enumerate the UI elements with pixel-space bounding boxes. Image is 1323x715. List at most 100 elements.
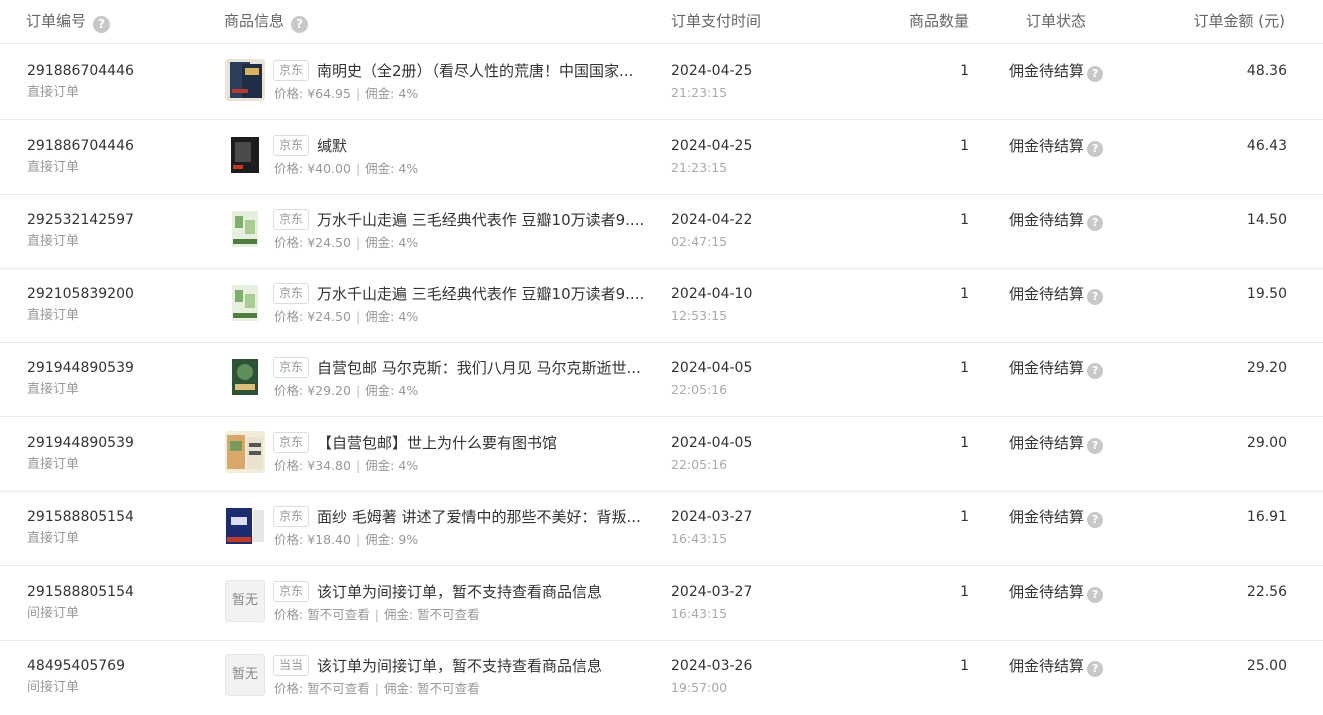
order-status: 佣金待结算? (1009, 358, 1104, 379)
quantity: 1 (960, 435, 969, 451)
price-value: 暂不可查看 (307, 607, 370, 622)
table-row[interactable]: 292532142597 直接订单 京东 万水千山走遍 三毛经典代表作 豆瓣10… (0, 194, 1323, 269)
product-title[interactable]: 南明史（全2册）（看尽人性的荒唐！中国国家... (317, 61, 653, 81)
quantity: 1 (960, 63, 969, 79)
header-status: 订单状态 (1026, 12, 1087, 30)
platform-badge: 京东 (273, 357, 310, 378)
product-thumbnail[interactable] (225, 282, 265, 324)
order-status: 佣金待结算? (1009, 582, 1104, 603)
product-title[interactable]: 万水千山走遍 三毛经典代表作 豆瓣10万读者9.... (317, 210, 653, 230)
order-id[interactable]: 291944890539 (27, 434, 134, 452)
product-thumbnail[interactable] (225, 208, 265, 250)
help-icon[interactable]: ? (1087, 215, 1104, 231)
pay-date: 2024-04-25 (671, 138, 753, 154)
product-title[interactable]: 缄默 (317, 136, 653, 156)
product-thumbnail[interactable] (225, 431, 265, 473)
table-row[interactable]: 291886704446 直接订单 京东 南明史（全2册）（看尽人性的荒唐！中国… (0, 45, 1323, 120)
order-status-label: 佣金待结算 (1009, 583, 1085, 601)
product-thumbnail[interactable] (225, 356, 265, 398)
order-status-label: 佣金待结算 (1009, 657, 1085, 675)
platform-badge: 京东 (273, 209, 310, 230)
price-commission: 价格: ¥29.20 | 佣金: 4% (274, 383, 419, 398)
order-status-label: 佣金待结算 (1009, 62, 1085, 80)
table-row[interactable]: 48495405769 间接订单 暂无 当当 该订单为间接订单，暂不支持查看商品… (0, 640, 1323, 715)
order-id[interactable]: 291588805154 (27, 508, 134, 526)
product-thumbnail[interactable] (225, 59, 265, 101)
order-status: 佣金待结算? (1009, 507, 1104, 528)
order-amount: 29.00 (1246, 435, 1287, 451)
order-status-label: 佣金待结算 (1009, 434, 1085, 452)
commission-value: 4% (398, 383, 419, 398)
table-row[interactable]: 292105839200 直接订单 京东 万水千山走遍 三毛经典代表作 豆瓣10… (0, 268, 1323, 343)
help-icon[interactable]: ? (1087, 289, 1104, 305)
commission-label: 佣金: (365, 235, 395, 250)
order-type: 直接订单 (27, 531, 80, 546)
price-commission: 价格: 暂不可查看 | 佣金: 暂不可查看 (274, 681, 480, 696)
order-type: 直接订单 (27, 308, 80, 323)
table-row[interactable]: 291944890539 直接订单 京东 【自营包邮】世上为什么要有图书馆 价格… (0, 417, 1323, 492)
product-title: 该订单为间接订单，暂不支持查看商品信息 (317, 657, 603, 675)
price-value: ¥29.20 (307, 383, 351, 398)
price-value: ¥34.80 (307, 458, 351, 473)
commission-label: 佣金: (383, 681, 414, 696)
order-status-label: 佣金待结算 (1009, 137, 1085, 155)
help-icon[interactable]: ? (1087, 587, 1104, 603)
price-label: 价格: (274, 309, 304, 324)
pay-time: 16:43:15 (671, 606, 728, 621)
product-title[interactable]: 万水千山走遍 三毛经典代表作 豆瓣10万读者9.... (317, 284, 653, 304)
help-icon[interactable]: ? (1087, 141, 1104, 157)
table-row[interactable]: 291886704446 直接订单 京东 缄默 价格: ¥40.00 | 佣金: 4… (0, 120, 1323, 195)
header-order-no: 订单编号? (26, 11, 111, 33)
price-label: 价格: (274, 161, 304, 176)
order-amount: 25.00 (1246, 658, 1287, 674)
pay-time: 02:47:15 (671, 234, 728, 249)
order-id[interactable]: 291886704446 (27, 137, 134, 155)
product-thumbnail[interactable] (225, 505, 265, 547)
commission-value: 4% (398, 235, 419, 250)
pay-time: 16:43:15 (671, 531, 728, 546)
order-amount: 14.50 (1246, 212, 1287, 228)
help-icon[interactable]: ? (1087, 363, 1104, 379)
pay-time: 12:53:15 (671, 308, 728, 323)
commission-label: 佣金: (383, 607, 414, 622)
pay-time: 21:23:15 (671, 160, 728, 175)
table-row[interactable]: 291944890539 直接订单 京东 自营包邮 马尔克斯：我们八月见 马尔克… (0, 342, 1323, 417)
help-icon[interactable]: ? (1087, 512, 1104, 528)
header-goods-info-label: 商品信息 (224, 12, 285, 30)
order-id[interactable]: 292105839200 (27, 285, 134, 303)
quantity: 1 (960, 584, 969, 600)
price-commission: 价格: ¥24.50 | 佣金: 4% (274, 309, 419, 324)
help-icon[interactable]: ? (1087, 66, 1104, 82)
quantity: 1 (960, 138, 969, 154)
order-amount: 19.50 (1246, 286, 1287, 302)
commission-value: 暂不可查看 (417, 681, 480, 696)
help-icon[interactable]: ? (291, 16, 309, 33)
order-type: 直接订单 (27, 160, 80, 175)
product-thumbnail[interactable] (225, 134, 265, 176)
price-value: ¥18.40 (307, 532, 351, 547)
pay-date: 2024-04-05 (671, 360, 753, 376)
order-status: 佣金待结算? (1009, 136, 1104, 157)
help-icon[interactable]: ? (1087, 661, 1104, 677)
quantity: 1 (960, 212, 969, 228)
quantity: 1 (960, 658, 969, 674)
order-status: 佣金待结算? (1009, 284, 1104, 305)
order-id[interactable]: 292532142597 (27, 211, 134, 229)
order-type: 直接订单 (27, 85, 80, 100)
table-row[interactable]: 291588805154 间接订单 暂无 京东 该订单为间接订单，暂不支持查看商… (0, 566, 1323, 641)
price-label: 价格: (274, 607, 304, 622)
order-id[interactable]: 48495405769 (27, 657, 125, 675)
commission-label: 佣金: (365, 309, 395, 324)
order-id[interactable]: 291886704446 (27, 62, 134, 80)
product-title[interactable]: 自营包邮 马尔克斯：我们八月见 马尔克斯逝世... (317, 358, 653, 378)
commission-value: 暂不可查看 (417, 607, 480, 622)
price-label: 价格: (274, 532, 304, 547)
help-icon[interactable]: ? (1087, 438, 1104, 454)
order-id[interactable]: 291588805154 (27, 583, 134, 601)
commission-value: 9% (398, 532, 419, 547)
table-row[interactable]: 291588805154 直接订单 京东 面纱 毛姆著 讲述了爱情中的那些不美好… (0, 491, 1323, 566)
product-title[interactable]: 面纱 毛姆著 讲述了爱情中的那些不美好：背叛... (317, 507, 653, 527)
product-title[interactable]: 【自营包邮】世上为什么要有图书馆 (317, 433, 653, 453)
order-id[interactable]: 291944890539 (27, 359, 134, 377)
help-icon[interactable]: ? (93, 16, 111, 33)
